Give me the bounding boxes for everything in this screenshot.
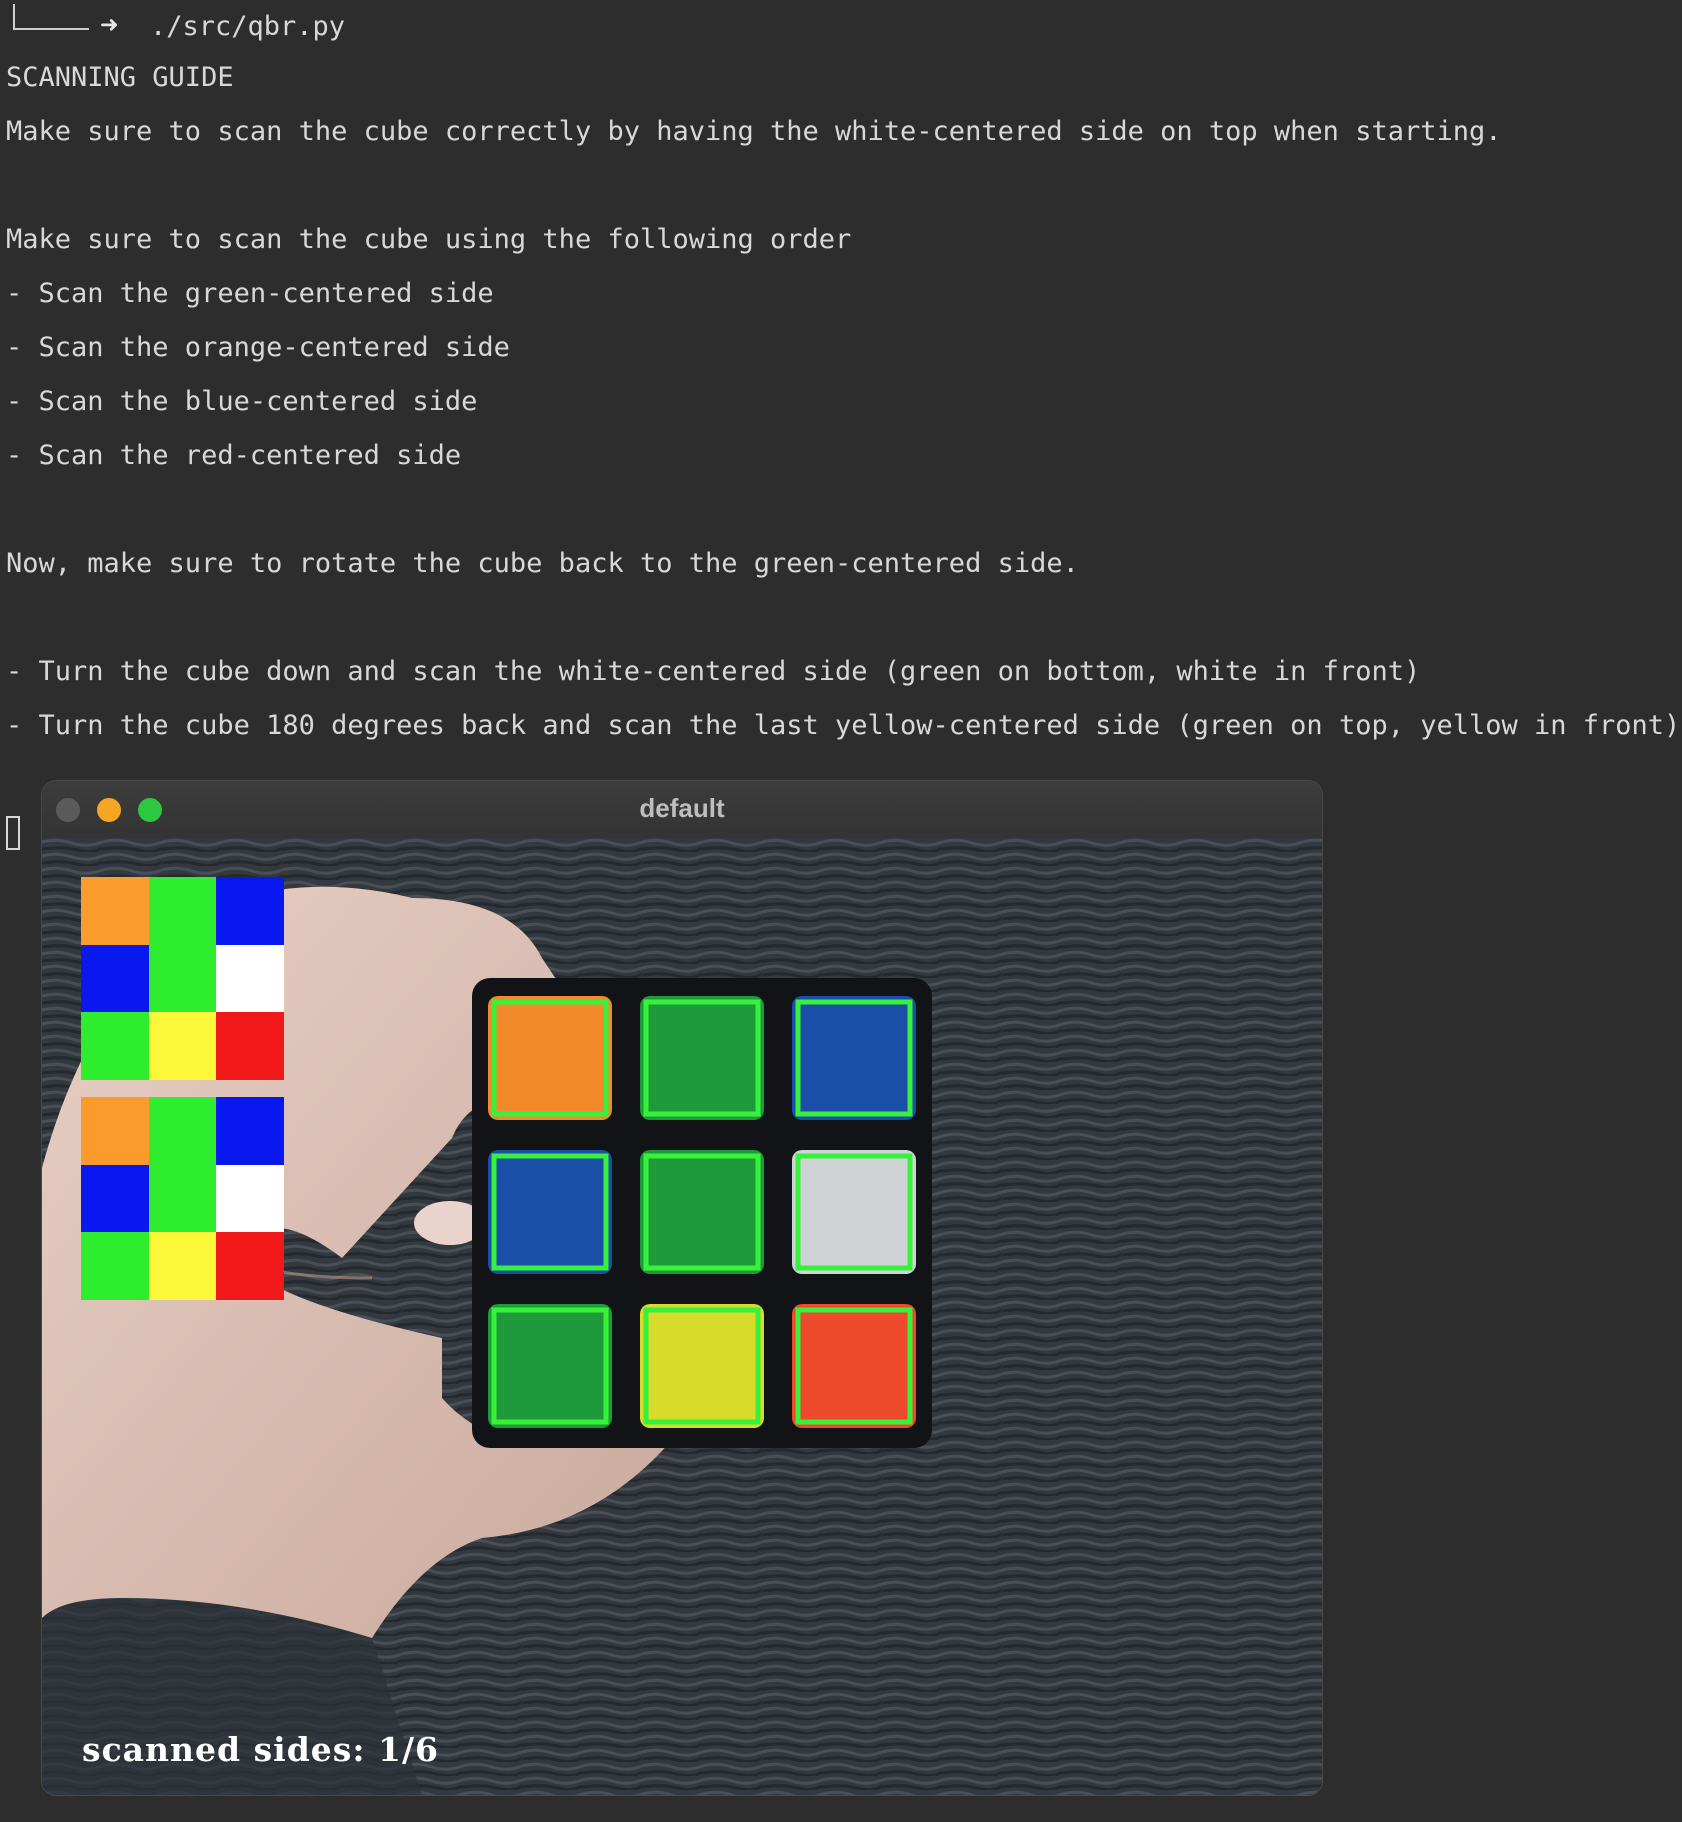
preview-cell-yellow <box>148 1012 217 1080</box>
guide-intro: Make sure to scan the cube correctly by … <box>6 116 1502 147</box>
preview-cell-red <box>216 1232 284 1300</box>
window-titlebar[interactable]: default <box>42 781 1322 839</box>
cube-sticker-blue <box>792 996 916 1120</box>
preview-cell-white <box>216 944 284 1013</box>
cube-face <box>488 996 916 1428</box>
cube-sticker-green <box>640 996 764 1120</box>
scan-step: - Scan the orange-centered side <box>6 332 510 363</box>
window-title: default <box>639 793 725 823</box>
prompt-branch-glyph <box>13 4 89 30</box>
preview-cell-green <box>148 1164 217 1233</box>
cube-sticker-yellow <box>640 1304 764 1428</box>
preview-cell-green <box>148 877 217 945</box>
command-text: ./src/qbr.py <box>150 11 346 42</box>
preview-cell-green <box>148 1097 217 1165</box>
order-intro: Make sure to scan the cube using the fol… <box>6 224 852 255</box>
terminal-cursor <box>6 816 20 850</box>
rotate-note: Now, make sure to rotate the cube back t… <box>6 548 1079 579</box>
cube-sticker-green <box>640 1150 764 1274</box>
cube-sticker-blue <box>488 1150 612 1274</box>
cube-sticker-red <box>792 1304 916 1428</box>
preview-cell-blue <box>81 1164 149 1233</box>
cube-sticker-white <box>792 1150 916 1274</box>
preview-grid-snapshot <box>81 1097 284 1300</box>
preview-cell-blue <box>216 1097 284 1165</box>
preview-cell-green <box>81 1012 149 1080</box>
scan-step: - Scan the blue-centered side <box>6 386 478 417</box>
preview-cell-blue <box>216 877 284 945</box>
preview-cell-yellow <box>148 1232 217 1300</box>
camera-window[interactable]: default scanned sides: 1/6 <box>42 781 1322 1795</box>
scan-step: - Scan the red-centered side <box>6 440 462 471</box>
final-step: - Turn the cube 180 degrees back and sca… <box>6 710 1681 741</box>
preview-grid-current <box>81 877 284 1080</box>
preview-cell-green <box>81 1232 149 1300</box>
preview-cell-green <box>148 944 217 1013</box>
final-step: - Turn the cube down and scan the white-… <box>6 656 1421 687</box>
terminal-prompt: ➜ ./src/qbr.py <box>0 4 600 44</box>
preview-cell-orange <box>81 877 149 945</box>
prompt-arrow-icon: ➜ <box>100 8 119 43</box>
guide-heading: SCANNING GUIDE <box>6 62 234 93</box>
cube-sticker-green <box>488 1304 612 1428</box>
cube-sticker-orange <box>488 996 612 1120</box>
preview-cell-white <box>216 1164 284 1233</box>
scan-step: - Scan the green-centered side <box>6 278 494 309</box>
preview-cell-blue <box>81 944 149 1013</box>
preview-cell-orange <box>81 1097 149 1165</box>
scanned-sides-status: scanned sides: 1/6 <box>82 1730 440 1769</box>
preview-cell-red <box>216 1012 284 1080</box>
